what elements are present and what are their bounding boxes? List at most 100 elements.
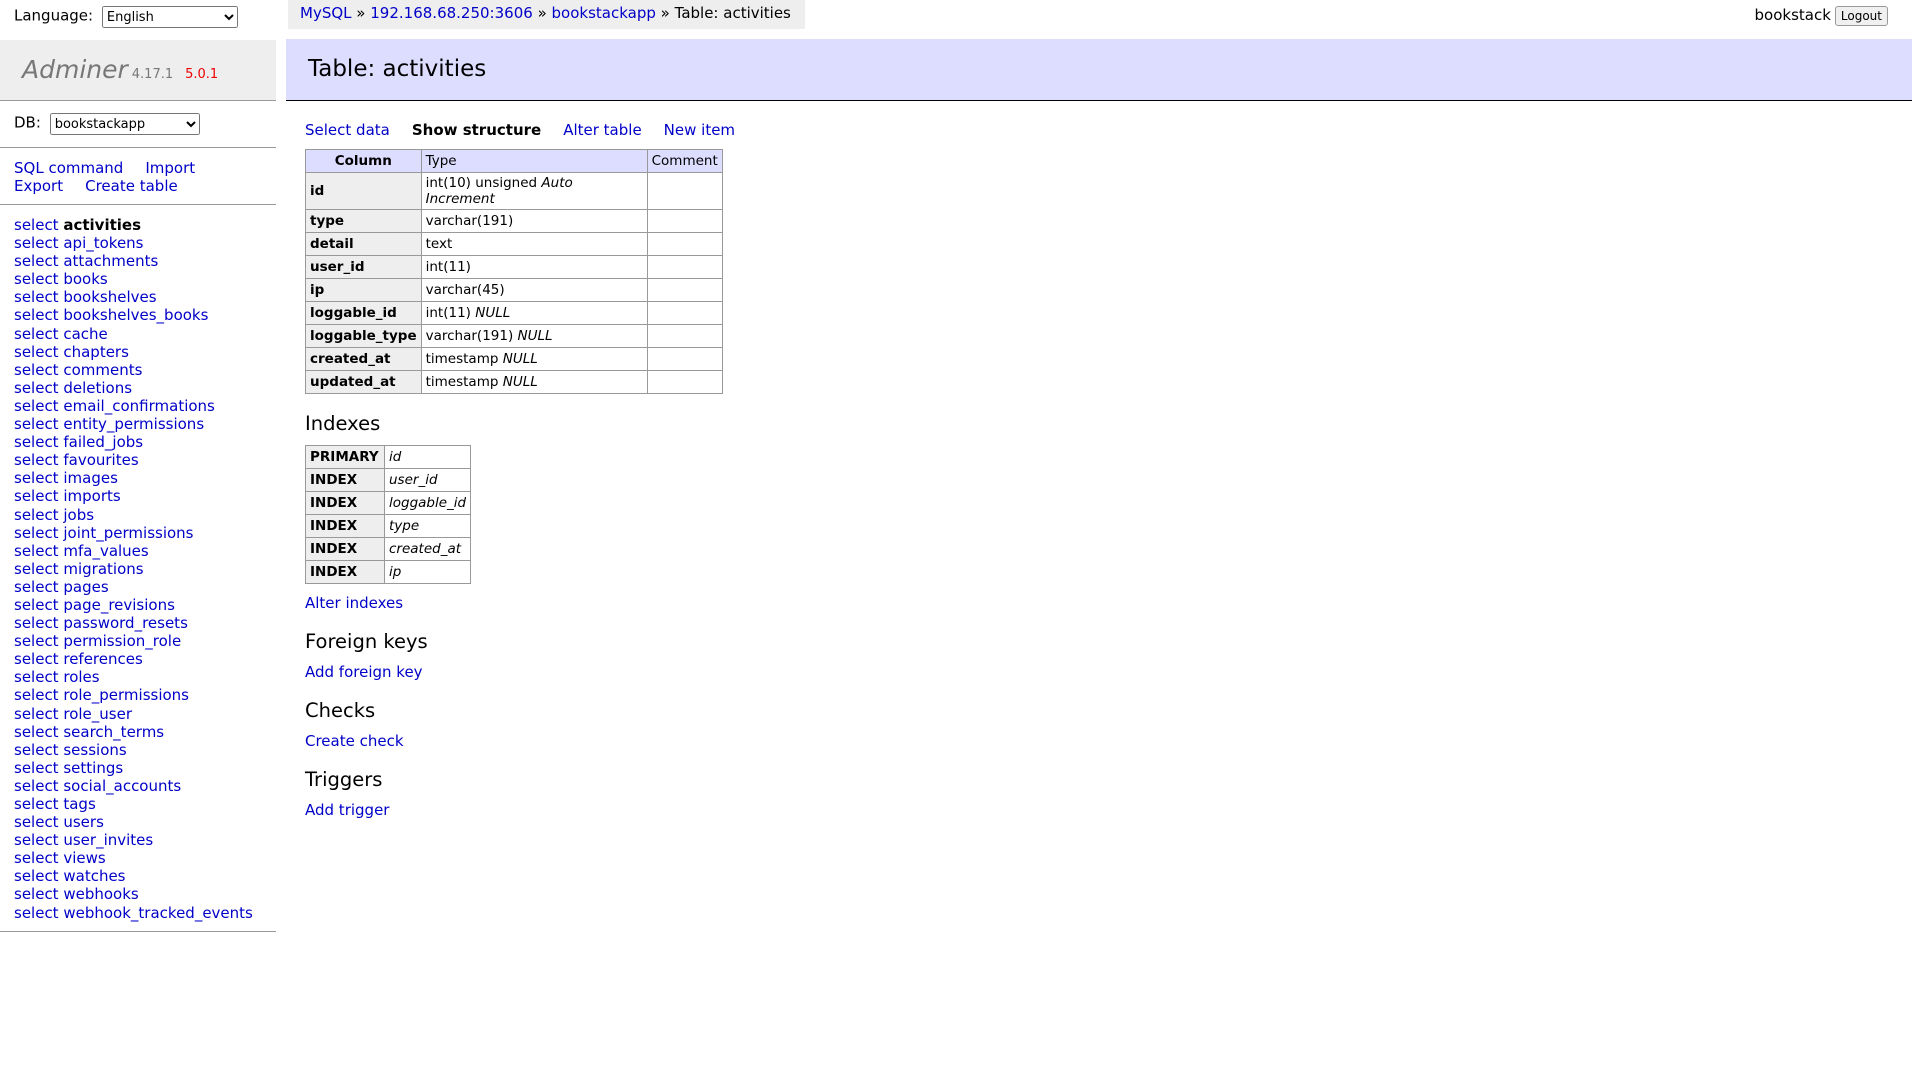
select-data-link[interactable]: Select data [305,121,390,139]
show-structure-link[interactable]: Show structure [412,121,541,139]
select-link[interactable]: select [14,596,59,614]
select-link[interactable]: select [14,542,59,560]
add-foreign-key-link[interactable]: Add foreign key [305,663,757,681]
table-link[interactable]: attachments [63,252,158,270]
select-link[interactable]: select [14,578,59,596]
table-link[interactable]: images [63,469,118,487]
select-link[interactable]: select [14,885,59,903]
select-link[interactable]: select [14,705,59,723]
select-link[interactable]: select [14,849,59,867]
table-link[interactable]: webhooks [63,885,138,903]
table-link[interactable]: role_permissions [63,686,189,704]
table-link[interactable]: tags [63,795,95,813]
select-link[interactable]: select [14,343,59,361]
table-link[interactable]: sessions [63,741,126,759]
table-link[interactable]: role_user [63,705,132,723]
select-link[interactable]: select [14,723,59,741]
new-version-link[interactable]: 5.0.1 [185,67,218,82]
select-link[interactable]: select [14,433,59,451]
table-link[interactable]: chapters [63,343,129,361]
select-link[interactable]: select [14,288,59,306]
select-link[interactable]: select [14,650,59,668]
table-link[interactable]: imports [63,487,120,505]
create-table-link[interactable]: Create table [85,177,178,195]
logout-button[interactable]: Logout [1834,6,1888,26]
table-link[interactable]: permission_role [63,632,181,650]
table-link[interactable]: failed_jobs [63,433,143,451]
select-link[interactable]: select [14,632,59,650]
select-link[interactable]: select [14,361,59,379]
select-link[interactable]: select [14,469,59,487]
select-link[interactable]: select [14,668,59,686]
language-select[interactable]: English [101,6,238,28]
table-link[interactable]: page_revisions [63,596,175,614]
logo-box: Adminer 4.17.1 5.0.1 [0,40,276,101]
select-link[interactable]: select [14,759,59,777]
table-link[interactable]: jobs [63,506,94,524]
import-link[interactable]: Import [145,159,195,177]
select-link[interactable]: select [14,560,59,578]
add-trigger-link[interactable]: Add trigger [305,801,757,819]
breadcrumb-server[interactable]: 192.168.68.250:3606 [370,4,533,22]
select-link[interactable]: select [14,506,59,524]
sql-command-link[interactable]: SQL command [14,159,123,177]
select-link[interactable]: select [14,451,59,469]
table-link[interactable]: entity_permissions [63,415,204,433]
export-link[interactable]: Export [14,177,63,195]
alter-table-link[interactable]: Alter table [563,121,641,139]
new-item-link[interactable]: New item [664,121,735,139]
table-link[interactable]: pages [63,578,108,596]
table-link[interactable]: email_confirmations [63,397,215,415]
breadcrumb-database[interactable]: bookstackapp [552,4,656,22]
table-link[interactable]: user_invites [63,831,153,849]
select-link[interactable]: select [14,252,59,270]
table-link[interactable]: mfa_values [63,542,148,560]
table-link[interactable]: favourites [63,451,138,469]
select-link[interactable]: select [14,216,59,234]
select-link[interactable]: select [14,487,59,505]
select-link[interactable]: select [14,831,59,849]
table-link[interactable]: users [63,813,104,831]
select-link[interactable]: select [14,524,59,542]
table-link[interactable]: webhook_tracked_events [63,904,253,922]
table-link[interactable]: search_terms [63,723,164,741]
select-link[interactable]: select [14,415,59,433]
table-link[interactable]: roles [63,668,99,686]
table-link[interactable]: books [63,270,107,288]
table-link[interactable]: migrations [63,560,143,578]
select-link[interactable]: select [14,379,59,397]
select-link[interactable]: select [14,867,59,885]
adminer-logo-link[interactable]: Adminer [22,55,128,84]
table-link[interactable]: bookshelves [63,288,156,306]
select-link[interactable]: select [14,306,59,324]
select-link[interactable]: select [14,795,59,813]
create-check-link[interactable]: Create check [305,732,757,750]
select-link[interactable]: select [14,397,59,415]
table-link[interactable]: cache [63,325,107,343]
select-link[interactable]: select [14,813,59,831]
table-link[interactable]: deletions [63,379,132,397]
checks-heading: Checks [305,699,376,722]
select-link[interactable]: select [14,234,59,252]
table-link[interactable]: bookshelves_books [63,306,208,324]
table-link[interactable]: joint_permissions [63,524,193,542]
table-link[interactable]: social_accounts [63,777,181,795]
table-link[interactable]: views [63,849,105,867]
table-link[interactable]: password_resets [63,614,188,632]
select-link[interactable]: select [14,270,59,288]
alter-indexes-link[interactable]: Alter indexes [305,594,757,612]
select-link[interactable]: select [14,741,59,759]
table-link[interactable]: references [63,650,142,668]
select-link[interactable]: select [14,614,59,632]
table-link[interactable]: comments [63,361,142,379]
breadcrumb-mysql[interactable]: MySQL [300,4,352,22]
table-link[interactable]: settings [63,759,123,777]
table-link[interactable]: watches [63,867,125,885]
db-select[interactable]: bookstackapp [49,113,200,135]
select-link[interactable]: select [14,325,59,343]
table-link[interactable]: api_tokens [63,234,143,252]
select-link[interactable]: select [14,686,59,704]
select-link[interactable]: select [14,777,59,795]
select-link[interactable]: select [14,904,59,922]
table-link[interactable]: activities [63,216,141,234]
